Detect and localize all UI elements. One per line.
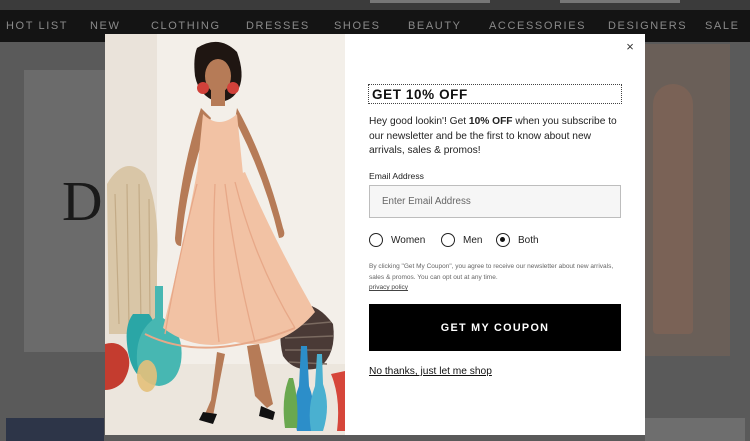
- close-icon[interactable]: ×: [623, 40, 637, 54]
- modal-intro-text: Hey good lookin'! Get 10% OFF when you s…: [369, 115, 625, 159]
- model-photo-illustration: [105, 34, 345, 435]
- top-bar-segment: [560, 0, 680, 3]
- intro-text-start: Hey good lookin'! Get: [369, 116, 469, 127]
- radio-button-both[interactable]: [496, 233, 510, 247]
- radio-option-men[interactable]: Men: [441, 231, 482, 249]
- modal-headline: GET 10% OFF: [368, 84, 622, 104]
- modal-content: × GET 10% OFF Hey good lookin'! Get 10% …: [345, 34, 645, 435]
- radio-option-women[interactable]: Women: [369, 231, 425, 249]
- email-input[interactable]: [369, 185, 621, 218]
- newsletter-modal: × GET 10% OFF Hey good lookin'! Get 10% …: [105, 34, 645, 435]
- radio-button-men[interactable]: [441, 233, 455, 247]
- intro-text-offer: 10% OFF: [468, 116, 513, 127]
- radio-button-women[interactable]: [369, 233, 383, 247]
- email-label: Email Address: [369, 171, 424, 181]
- background-hero-right: [645, 44, 730, 356]
- top-bar-segment: [370, 0, 490, 3]
- nav-item-hot-list[interactable]: HOT LIST: [6, 10, 68, 42]
- legal-disclaimer: By clicking "Get My Coupon", you agree t…: [369, 262, 621, 294]
- radio-label-men: Men: [463, 234, 483, 246]
- dismiss-link[interactable]: No thanks, just let me shop: [369, 366, 492, 377]
- get-coupon-button[interactable]: GET MY COUPON: [369, 304, 621, 351]
- background-tile-left: [6, 418, 104, 441]
- background-tile-right: [645, 418, 745, 441]
- nav-item-sale[interactable]: SALE: [705, 10, 740, 42]
- radio-option-both[interactable]: Both: [496, 231, 539, 249]
- radio-label-both: Both: [518, 234, 539, 246]
- privacy-policy-link[interactable]: privacy policy: [369, 284, 408, 291]
- gender-radio-group: Women Men Both: [369, 231, 629, 249]
- background-model: [653, 84, 693, 334]
- model-photo: [105, 34, 345, 435]
- radio-label-women: Women: [391, 234, 426, 246]
- top-utility-bar: [0, 0, 750, 10]
- legal-text: By clicking "Get My Coupon", you agree t…: [369, 263, 614, 281]
- background-hero-letter: D: [62, 171, 103, 233]
